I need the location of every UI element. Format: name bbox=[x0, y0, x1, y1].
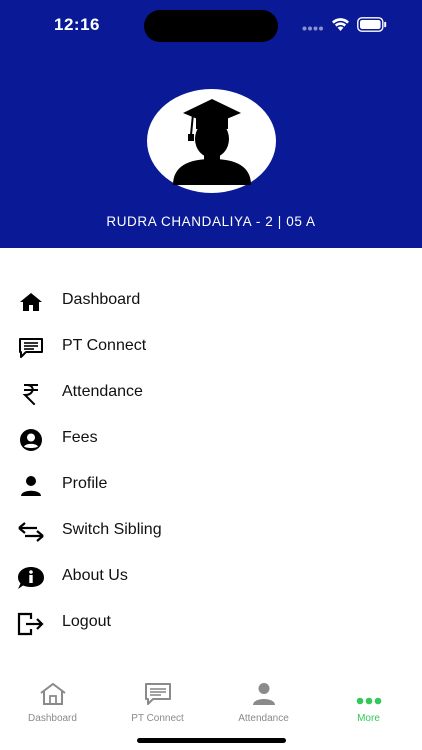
menu-item-label: PT Connect bbox=[62, 337, 147, 354]
tab-attendance[interactable]: Attendance bbox=[211, 680, 316, 724]
tab-label: PT Connect bbox=[131, 713, 184, 724]
tab-dashboard[interactable]: Dashboard bbox=[0, 680, 105, 724]
home-icon bbox=[0, 680, 105, 706]
graduate-avatar-icon bbox=[172, 99, 251, 185]
cellular-signal-icon bbox=[302, 26, 323, 31]
student-avatar[interactable] bbox=[147, 89, 276, 193]
profile-header: 12:16 RUDRA CHANDALIYA - 2 | 05 A bbox=[0, 0, 422, 248]
tab-pt-connect[interactable]: PT Connect bbox=[105, 680, 210, 724]
menu-item-profile[interactable]: Profile bbox=[0, 463, 422, 503]
status-bar: 12:16 bbox=[0, 0, 422, 52]
menu-item-fees[interactable]: Fees bbox=[0, 417, 422, 457]
status-time: 12:16 bbox=[54, 15, 100, 34]
student-name: RUDRA CHANDALIYA - 2 | 05 A bbox=[106, 214, 316, 229]
info-icon bbox=[16, 565, 46, 591]
chat-icon bbox=[105, 680, 210, 706]
dynamic-island bbox=[144, 10, 278, 42]
account-circle-icon bbox=[16, 427, 46, 453]
menu-item-pt-connect[interactable]: PT Connect bbox=[0, 325, 422, 365]
swap-arrows-icon bbox=[16, 519, 46, 545]
menu-item-logout[interactable]: Logout bbox=[0, 601, 422, 641]
home-indicator[interactable] bbox=[137, 738, 286, 743]
chat-icon bbox=[16, 335, 46, 361]
menu-item-attendance[interactable]: Attendance bbox=[0, 371, 422, 411]
menu-item-label: Attendance bbox=[62, 383, 143, 400]
logout-icon bbox=[16, 611, 46, 637]
tab-label: Dashboard bbox=[28, 713, 77, 724]
menu-item-label: About Us bbox=[62, 567, 128, 584]
home-icon bbox=[16, 289, 46, 315]
tab-label: More bbox=[357, 713, 380, 724]
person-icon bbox=[16, 473, 46, 499]
menu-item-label: Profile bbox=[62, 475, 108, 492]
rupee-icon bbox=[16, 381, 46, 407]
menu-item-switch-sibling[interactable]: Switch Sibling bbox=[0, 509, 422, 549]
menu-item-dashboard[interactable]: Dashboard bbox=[0, 279, 422, 319]
person-icon bbox=[211, 680, 316, 706]
tab-more[interactable]: More bbox=[316, 680, 421, 724]
menu-item-label: Dashboard bbox=[62, 291, 141, 308]
menu-item-label: Logout bbox=[62, 613, 111, 630]
more-dots-icon bbox=[316, 680, 421, 706]
menu-item-about-us[interactable]: About Us bbox=[0, 555, 422, 595]
menu-item-label: Switch Sibling bbox=[62, 521, 162, 538]
menu-item-label: Fees bbox=[62, 429, 98, 446]
tab-label: Attendance bbox=[238, 713, 289, 724]
wifi-icon bbox=[332, 18, 349, 31]
battery-icon bbox=[357, 17, 387, 32]
